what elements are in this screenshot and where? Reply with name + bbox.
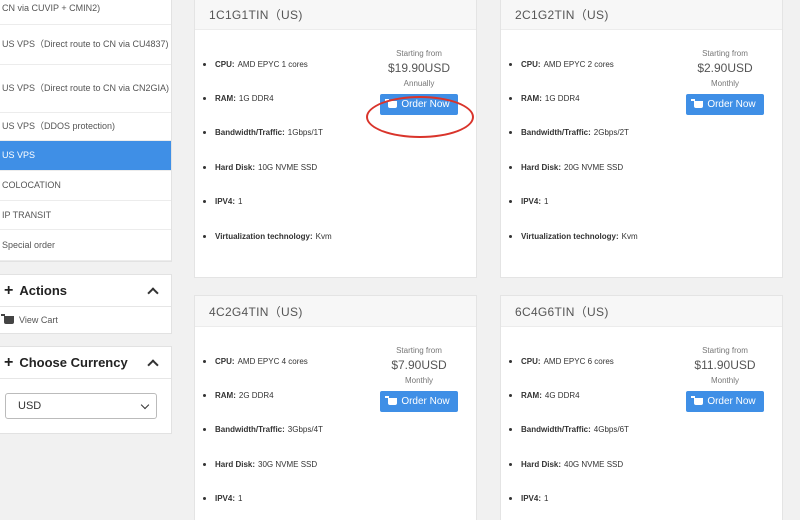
cart-icon: [385, 99, 398, 108]
order-now-button[interactable]: Order Now: [686, 391, 764, 412]
product-card: 1C1G1TIN（US) CPU: AMD EPYC 1 cores RAM: 1G…: [194, 0, 477, 278]
spec-list: CPU: AMD EPYC 6 cores RAM: 4G DDR4 Bandwid…: [509, 344, 694, 516]
billing-cycle: Annually: [403, 79, 435, 88]
spec-ipv4: IPV4: 1: [203, 185, 388, 219]
price-box: Starting from $19.90USD Annually Order N…: [380, 49, 458, 115]
cart-icon: [385, 396, 398, 405]
spec-list: CPU: AMD EPYC 4 cores RAM: 2G DDR4 Bandwid…: [203, 344, 388, 516]
starting-from-label: Starting from: [396, 49, 442, 58]
spec-virtualization: Virtualization technology: Kvm: [203, 219, 388, 253]
starting-from-label: Starting from: [396, 346, 442, 355]
chevron-up-icon[interactable]: [147, 358, 159, 371]
starting-from-label: Starting from: [702, 49, 748, 58]
plus-icon: +: [4, 353, 14, 371]
spec-cpu: CPU: AMD EPYC 6 cores: [509, 344, 694, 378]
spec-ram: RAM: 4G DDR4: [509, 378, 694, 412]
billing-cycle: Monthly: [404, 376, 433, 385]
product-card: 6C4G6TIN（US) CPU: AMD EPYC 6 cores RAM: 4G…: [500, 295, 783, 520]
product-name: 6C4G6TIN（US): [501, 296, 782, 327]
spec-ipv4: IPV4: 1: [509, 482, 694, 516]
spec-cpu: CPU: AMD EPYC 1 cores: [203, 47, 388, 81]
spec-virtualization: Virtualization technology: Kvm: [509, 219, 694, 253]
cart-icon: [691, 99, 704, 108]
actions-panel-header[interactable]: + Actions: [0, 275, 171, 307]
starting-from-label: Starting from: [702, 346, 748, 355]
spec-ram: RAM: 2G DDR4: [203, 378, 388, 412]
billing-cycle: Monthly: [710, 376, 739, 385]
order-now-button[interactable]: Order Now: [380, 391, 458, 412]
product-name: 2C1G2TIN（US): [501, 0, 782, 30]
spec-cpu: CPU: AMD EPYC 2 cores: [509, 47, 694, 81]
currency-panel-header[interactable]: + Choose Currency: [0, 347, 171, 379]
price-box: Starting from $2.90USD Monthly Order Now: [686, 49, 764, 115]
spec-list: CPU: AMD EPYC 1 cores RAM: 1G DDR4 Bandwid…: [203, 47, 388, 253]
category-item-us-vps[interactable]: US VPS: [0, 141, 171, 171]
product-name: 4C2G4TIN（US): [195, 296, 476, 327]
price: $7.90USD: [391, 358, 447, 372]
spec-ipv4: IPV4: 1: [203, 482, 388, 516]
currency-select[interactable]: USD: [5, 393, 157, 419]
view-cart-link[interactable]: View Cart: [0, 307, 171, 333]
cart-icon: [691, 396, 704, 405]
price: $2.90USD: [697, 61, 753, 75]
spec-cpu: CPU: AMD EPYC 4 cores: [203, 344, 388, 378]
billing-cycle: Monthly: [710, 79, 739, 88]
price: $19.90USD: [387, 61, 451, 75]
category-item-cn2gia[interactable]: US VPS（Direct route to CN via CN2GIA): [0, 65, 171, 113]
category-item-ddos[interactable]: US VPS（DDOS protection): [0, 113, 171, 141]
spec-list: CPU: AMD EPYC 2 cores RAM: 1G DDR4 Bandwid…: [509, 47, 694, 253]
chevron-up-icon[interactable]: [147, 286, 159, 299]
spec-disk: Hard Disk: 10G NVME SSD: [203, 150, 388, 184]
spec-bandwidth: Bandwidth/Traffic: 1Gbps/1T: [203, 116, 388, 150]
category-item-cuvip[interactable]: CN via CUVIP + CMIN2): [0, 0, 171, 25]
spec-bandwidth: Bandwidth/Traffic: 3Gbps/4T: [203, 413, 388, 447]
sidebar: CN via CUVIP + CMIN2) US VPS（Direct rout…: [0, 0, 172, 434]
spec-disk: Hard Disk: 20G NVME SSD: [509, 150, 694, 184]
category-list: CN via CUVIP + CMIN2) US VPS（Direct rout…: [0, 0, 172, 262]
product-card: 4C2G4TIN（US) CPU: AMD EPYC 4 cores RAM: 2G…: [194, 295, 477, 520]
price: $11.90USD: [694, 358, 756, 372]
spec-bandwidth: Bandwidth/Traffic: 4Gbps/6T: [509, 413, 694, 447]
currency-panel: + Choose Currency USD: [0, 346, 172, 434]
product-name: 1C1G1TIN（US): [195, 0, 476, 30]
actions-panel: + Actions View Cart: [0, 274, 172, 334]
actions-title: Actions: [19, 283, 68, 298]
price-box: Starting from $11.90USD Monthly Order No…: [686, 346, 764, 412]
category-item-colocation[interactable]: COLOCATION: [0, 171, 171, 201]
spec-ram: RAM: 1G DDR4: [509, 81, 694, 115]
spec-bandwidth: Bandwidth/Traffic: 2Gbps/2T: [509, 116, 694, 150]
order-now-button[interactable]: Order Now: [380, 94, 458, 115]
spec-ram: RAM: 1G DDR4: [203, 81, 388, 115]
category-item-ip-transit[interactable]: IP TRANSIT: [0, 201, 171, 230]
plus-icon: +: [4, 281, 14, 299]
spec-ipv4: IPV4: 1: [509, 185, 694, 219]
spec-disk: Hard Disk: 40G NVME SSD: [509, 447, 694, 481]
currency-title: Choose Currency: [19, 355, 128, 370]
category-item-cu4837[interactable]: US VPS（Direct route to CN via CU4837): [0, 25, 171, 65]
category-item-special-order[interactable]: Special order: [0, 230, 171, 261]
chevron-down-icon: [140, 400, 150, 409]
price-box: Starting from $7.90USD Monthly Order Now: [380, 346, 458, 412]
cart-icon: [1, 314, 14, 324]
spec-disk: Hard Disk: 30G NVME SSD: [203, 447, 388, 481]
product-card: 2C1G2TIN（US) CPU: AMD EPYC 2 cores RAM: 1G…: [500, 0, 783, 278]
order-now-button[interactable]: Order Now: [686, 94, 764, 115]
